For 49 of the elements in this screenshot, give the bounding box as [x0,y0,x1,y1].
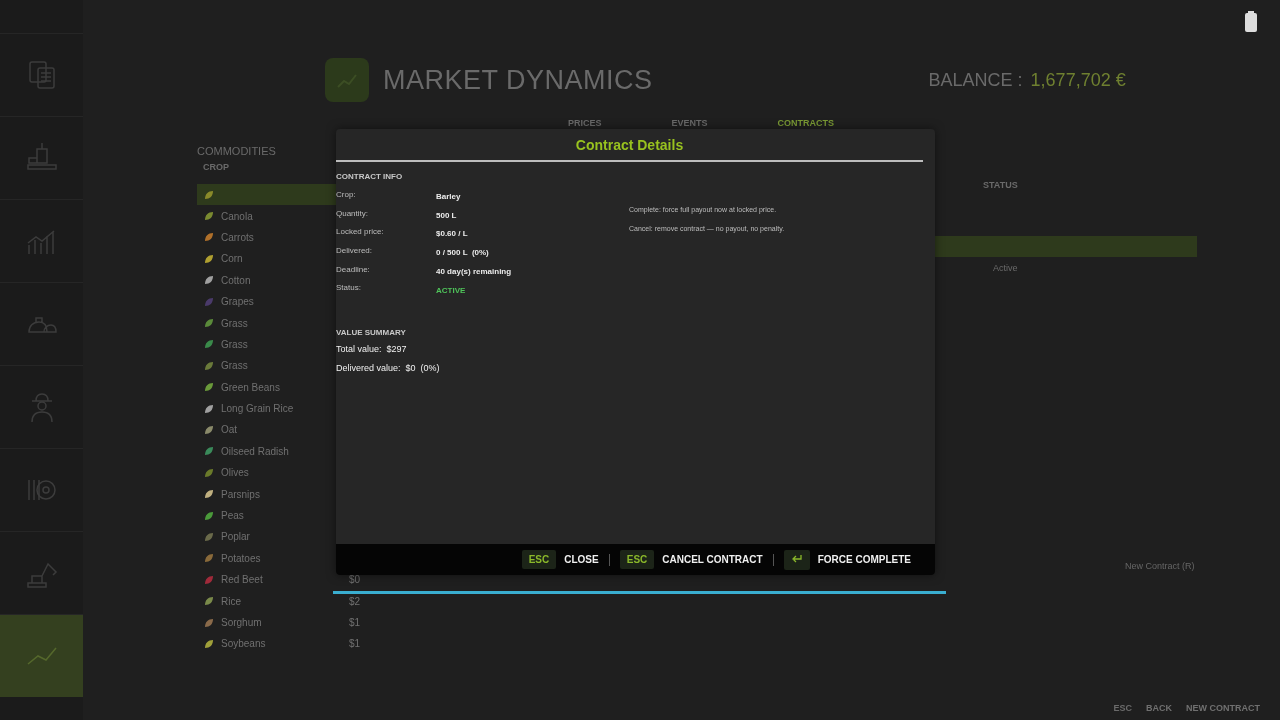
summary-line: Delivered value: $0 (0%) [336,363,441,376]
section-heading: VALUE SUMMARY [336,328,407,340]
section-heading: CONTRACT INFO [336,172,404,183]
status-value: ACTIVE [436,285,466,298]
crop-name: Oat [221,424,239,436]
crop-name: Parsnips [221,488,261,500]
crop-name: Corn [221,253,244,265]
crop-price: $2 [349,595,361,607]
crop-name: Poplar [221,531,251,543]
section-title: COMMODITIES [197,144,276,159]
crop-name: Rice [221,595,242,607]
key-cap: ESC [619,550,655,569]
field-label: Delivered: [336,246,373,258]
crop-name: Soybeans [221,638,267,650]
crop-price: $1 [349,638,361,650]
new-contract-hint: New Contract (R) [1125,560,1195,572]
crop-name: Grapes [221,296,255,308]
crop-name: Peas [221,510,245,522]
crop-name: Red Beet [221,574,264,586]
key-cap: ESC [521,550,557,569]
field-label: Quantity: [336,208,369,220]
balance-label: BALANCE : [928,69,1023,91]
crop-name: Grass [221,317,249,329]
key-hint: ESC [1113,703,1132,713]
column-header: CROP [203,162,229,174]
dialog-title: Contract Details [575,136,684,153]
balance-value: 1,677,702 € [1030,69,1126,91]
field-label: Status: [336,283,362,295]
field-value: $0.60 / L [436,228,468,241]
crop-name: Long Grain Rice [221,403,295,415]
crop-name: Green Beans [221,381,281,393]
field-value: 0 / 500 L (0%) [436,247,489,260]
field-value: Barley [436,191,461,203]
field-value: 500 L [436,209,457,222]
column-header: STATUS [982,180,1019,192]
field-label: Deadline: [336,264,371,276]
crop-name: Cotton [221,274,252,286]
field-value: 40 day(s) remaining [436,265,512,278]
crop-price: $1 [349,617,361,628]
page-title: MARKET DYNAMICS [383,64,653,96]
field-label: Locked price: [336,227,385,239]
contract-status: Active [993,262,1018,273]
crop-name: Sorghum [221,617,263,628]
crop-name: Potatoes [221,552,262,564]
crop-name: Oilseed Radish [221,445,290,457]
field-label: Crop: [336,190,357,201]
summary-line: Total value: $297 [336,344,408,357]
crop-price: $0 [349,574,361,586]
crop-name: Olives [221,467,250,479]
